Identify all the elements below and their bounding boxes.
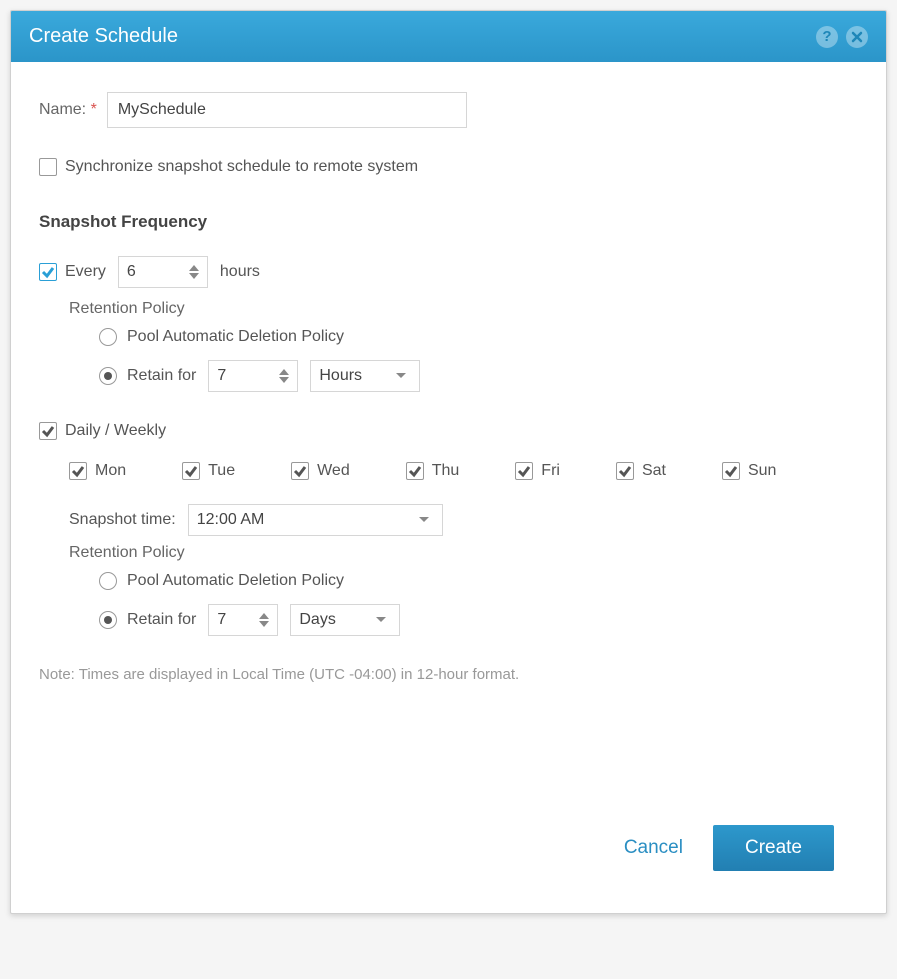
daily-label: Daily / Weekly [65, 422, 166, 440]
daily-pool-radio[interactable] [99, 572, 117, 590]
stepper-arrows-icon [189, 265, 199, 279]
day-fri-checkbox[interactable] [515, 462, 533, 480]
daily-checkbox[interactable] [39, 422, 57, 440]
create-button[interactable]: Create [713, 825, 834, 871]
day-sat-label: Sat [642, 462, 666, 480]
cancel-button[interactable]: Cancel [624, 837, 683, 859]
every-pool-label: Pool Automatic Deletion Policy [127, 328, 344, 346]
name-label: Name: * [39, 101, 97, 119]
dialog-footer: Cancel Create [39, 803, 858, 893]
snapshot-time-label: Snapshot time: [69, 511, 176, 529]
day-mon-checkbox[interactable] [69, 462, 87, 480]
sync-row: Synchronize snapshot schedule to remote … [39, 158, 858, 176]
every-label: Every [65, 263, 106, 281]
day-thu-checkbox[interactable] [406, 462, 424, 480]
header-actions: ? [816, 26, 868, 48]
snapshot-time-select[interactable]: 12:00 AM [188, 504, 443, 536]
daily-retain-unit-select[interactable]: Days [290, 604, 400, 636]
day-sun-checkbox[interactable] [722, 462, 740, 480]
daily-row: Daily / Weekly [39, 422, 858, 440]
every-retain-unit-select[interactable]: Hours [310, 360, 420, 392]
create-schedule-dialog: Create Schedule ? Name: * Synchronize sn… [10, 10, 887, 914]
daily-pool-label: Pool Automatic Deletion Policy [127, 572, 344, 590]
every-retention: Retention Policy Pool Automatic Deletion… [69, 300, 858, 392]
chevron-down-icon [395, 372, 407, 380]
day-tue: Tue [182, 462, 235, 480]
every-retain-label: Retain for [127, 367, 196, 385]
day-tue-checkbox[interactable] [182, 462, 200, 480]
day-thu: Thu [406, 462, 460, 480]
every-retain-unit: Hours [319, 367, 362, 385]
timezone-note: Note: Times are displayed in Local Time … [39, 666, 858, 683]
help-icon[interactable]: ? [816, 26, 838, 48]
daily-retain-stepper[interactable]: 7 [208, 604, 278, 636]
dialog-header: Create Schedule ? [11, 11, 886, 62]
day-mon-label: Mon [95, 462, 126, 480]
daily-retention-options: Pool Automatic Deletion Policy Retain fo… [99, 572, 858, 636]
every-retain-value: 7 [217, 367, 226, 385]
daily-retain-option: Retain for 7 Days [99, 604, 858, 636]
day-thu-label: Thu [432, 462, 460, 480]
day-sun-label: Sun [748, 462, 776, 480]
every-retain-radio[interactable] [99, 367, 117, 385]
name-row: Name: * [39, 92, 858, 128]
every-retain-stepper[interactable]: 7 [208, 360, 298, 392]
daily-retain-unit: Days [299, 611, 335, 629]
every-value-stepper[interactable]: 6 [118, 256, 208, 288]
day-wed-checkbox[interactable] [291, 462, 309, 480]
day-tue-label: Tue [208, 462, 235, 480]
chevron-down-icon [418, 516, 430, 524]
daily-retention-label: Retention Policy [69, 544, 858, 562]
snapshot-time-row: Snapshot time: 12:00 AM [69, 504, 858, 536]
day-sun: Sun [722, 462, 776, 480]
day-sat: Sat [616, 462, 666, 480]
daily-section: Mon Tue Wed Thu Fri [69, 462, 858, 636]
stepper-arrows-icon [259, 613, 269, 627]
frequency-title: Snapshot Frequency [39, 212, 858, 232]
chevron-down-icon [375, 616, 387, 624]
every-pool-option: Pool Automatic Deletion Policy [99, 328, 858, 346]
every-value: 6 [127, 263, 136, 281]
day-fri-label: Fri [541, 462, 560, 480]
day-mon: Mon [69, 462, 126, 480]
daily-retain-label: Retain for [127, 611, 196, 629]
every-row: Every 6 hours [39, 256, 858, 288]
day-sat-checkbox[interactable] [616, 462, 634, 480]
sync-label: Synchronize snapshot schedule to remote … [65, 158, 418, 176]
every-retention-label: Retention Policy [69, 300, 858, 318]
close-icon[interactable] [846, 26, 868, 48]
dialog-title: Create Schedule [29, 25, 178, 48]
daily-pool-option: Pool Automatic Deletion Policy [99, 572, 858, 590]
every-retention-options: Pool Automatic Deletion Policy Retain fo… [99, 328, 858, 392]
snapshot-time-value: 12:00 AM [197, 511, 265, 529]
day-fri: Fri [515, 462, 560, 480]
day-wed: Wed [291, 462, 350, 480]
sync-checkbox[interactable] [39, 158, 57, 176]
dialog-body: Name: * Synchronize snapshot schedule to… [11, 62, 886, 913]
every-retain-option: Retain for 7 Hours [99, 360, 858, 392]
daily-retain-value: 7 [217, 611, 226, 629]
name-input[interactable] [107, 92, 467, 128]
required-asterisk: * [91, 101, 97, 118]
every-checkbox[interactable] [39, 263, 57, 281]
every-pool-radio[interactable] [99, 328, 117, 346]
daily-retain-radio[interactable] [99, 611, 117, 629]
days-row: Mon Tue Wed Thu Fri [69, 462, 858, 480]
day-wed-label: Wed [317, 462, 350, 480]
stepper-arrows-icon [279, 369, 289, 383]
every-unit: hours [220, 263, 260, 281]
